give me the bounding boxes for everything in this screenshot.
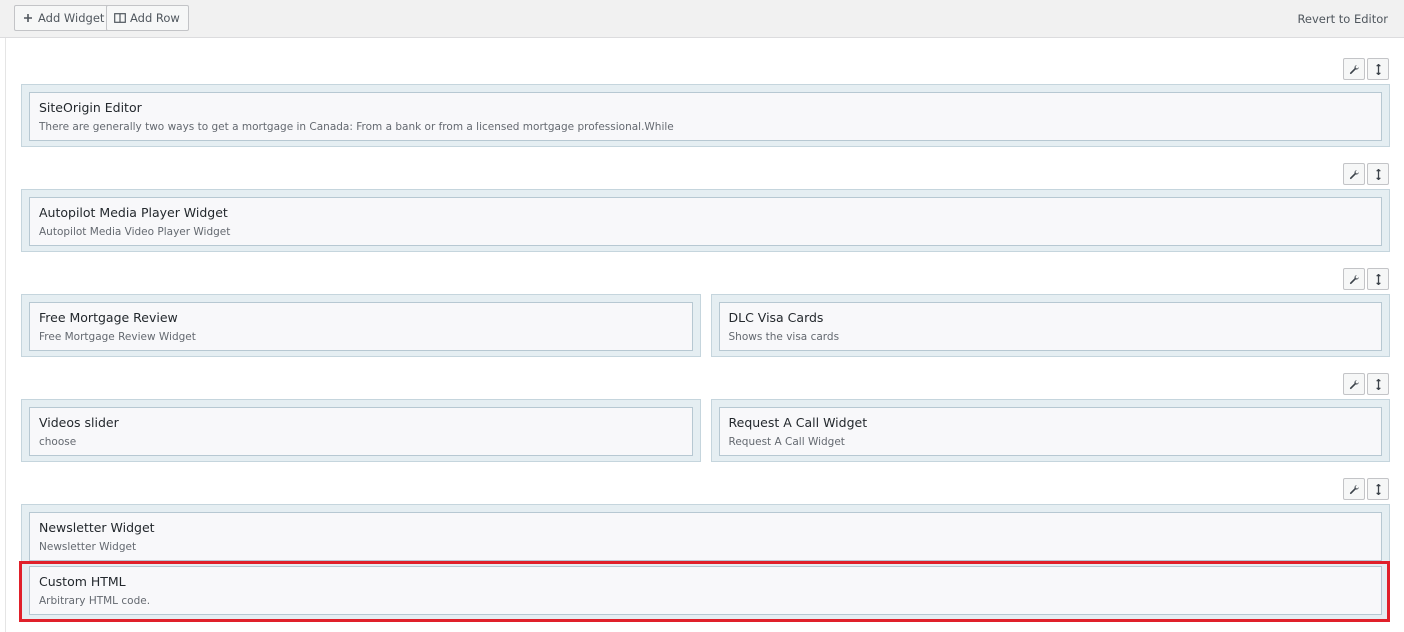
widget-title: Custom HTML <box>39 574 126 589</box>
widget-description: There are generally two ways to get a mo… <box>39 121 674 133</box>
move-vertical-icon <box>1373 63 1384 75</box>
row-move-button[interactable] <box>1367 478 1389 500</box>
widget-item[interactable]: SiteOrigin Editor There are generally two… <box>29 92 1382 141</box>
add-widget-label: Add Widget <box>38 11 105 25</box>
wrench-icon <box>1349 64 1360 75</box>
widget-item[interactable]: Autopilot Media Player Widget Autopilot M… <box>29 197 1382 246</box>
widget-description: Newsletter Widget <box>39 541 137 553</box>
widget-title: Videos slider <box>39 415 119 430</box>
builder-canvas: SiteOrigin Editor There are generally two… <box>5 38 1404 632</box>
row-move-button[interactable] <box>1367 373 1389 395</box>
row-cell: Autopilot Media Player Widget Autopilot M… <box>21 189 1390 252</box>
widget-item[interactable]: Videos slider choose <box>29 407 693 456</box>
wrench-icon <box>1349 379 1360 390</box>
widget-description: Shows the visa cards <box>728 331 840 343</box>
row-move-button[interactable] <box>1367 163 1389 185</box>
widget-item[interactable]: Request A Call Widget Request A Call Widg… <box>718 407 1382 456</box>
wrench-icon <box>1349 169 1360 180</box>
row-edit-button[interactable] <box>1343 58 1365 80</box>
move-vertical-icon <box>1373 273 1384 285</box>
row-cell: SiteOrigin Editor There are generally two… <box>21 84 1390 147</box>
row-edit-button[interactable] <box>1343 163 1365 185</box>
row-actions <box>1343 478 1389 500</box>
row-actions <box>1343 163 1389 185</box>
widget-item[interactable]: Custom HTML Arbitrary HTML code. <box>29 566 1382 615</box>
add-row-button[interactable]: Add Row <box>106 5 189 31</box>
widget-item[interactable]: Newsletter Widget Newsletter Widget <box>29 512 1382 561</box>
widget-item[interactable]: DLC Visa Cards Shows the visa cards <box>718 302 1382 351</box>
widget-title: Autopilot Media Player Widget <box>39 205 228 220</box>
row-cell: Free Mortgage Review Free Mortgage Review… <box>21 294 701 357</box>
widget-description: Request A Call Widget <box>728 436 845 448</box>
widget-title: Newsletter Widget <box>39 520 155 535</box>
row-cell: DLC Visa Cards Shows the visa cards <box>710 294 1390 357</box>
columns-icon <box>113 11 127 25</box>
row-edit-button[interactable] <box>1343 268 1365 290</box>
row-cell: Request A Call Widget Request A Call Widg… <box>710 399 1390 462</box>
widget-description: Arbitrary HTML code. <box>39 595 151 607</box>
widget-title: Free Mortgage Review <box>39 310 178 325</box>
widget-title: Request A Call Widget <box>728 415 868 430</box>
row-edit-button[interactable] <box>1343 478 1365 500</box>
add-widget-button[interactable]: Add Widget <box>14 5 114 31</box>
row-cell: Videos slider choose <box>21 399 701 462</box>
add-row-label: Add Row <box>130 11 180 25</box>
row-edit-button[interactable] <box>1343 373 1365 395</box>
move-vertical-icon <box>1373 168 1384 180</box>
widget-description: Free Mortgage Review Widget <box>39 331 196 343</box>
wrench-icon <box>1349 484 1360 495</box>
row-actions <box>1343 58 1389 80</box>
row-actions <box>1343 268 1389 290</box>
widget-description: Autopilot Media Video Player Widget <box>39 226 231 238</box>
row-move-button[interactable] <box>1367 268 1389 290</box>
row-move-button[interactable] <box>1367 58 1389 80</box>
row-actions <box>1343 373 1389 395</box>
widget-title: SiteOrigin Editor <box>39 100 142 115</box>
widget-item[interactable]: Free Mortgage Review Free Mortgage Review… <box>29 302 693 351</box>
move-vertical-icon <box>1373 483 1384 495</box>
move-vertical-icon <box>1373 378 1384 390</box>
row-cell: Newsletter Widget Newsletter Widget Custom… <box>21 504 1390 621</box>
revert-to-editor-link[interactable]: Revert to Editor <box>1297 12 1388 26</box>
widget-description: choose <box>39 436 77 448</box>
widget-title: DLC Visa Cards <box>728 310 824 325</box>
builder-toolbar: Add Widget Add Row Revert to Editor <box>0 0 1404 38</box>
plus-icon <box>21 11 35 25</box>
wrench-icon <box>1349 274 1360 285</box>
